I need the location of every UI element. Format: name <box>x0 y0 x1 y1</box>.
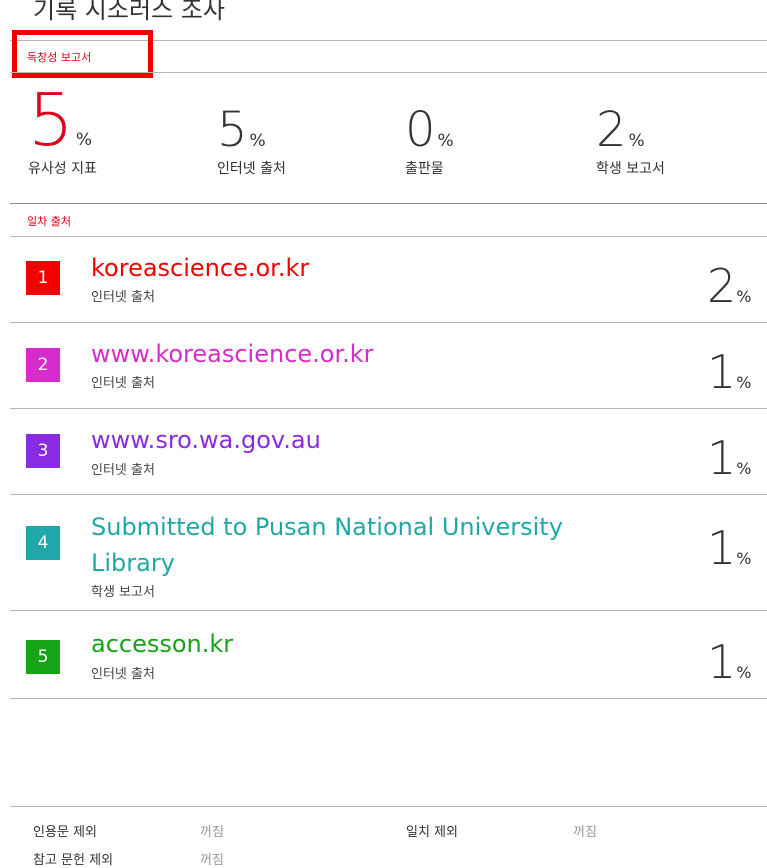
source-type: 인터넷 출처 <box>91 376 155 391</box>
exclude-bibliography-label: 참고 문헌 제외 <box>33 853 114 868</box>
publications-stat: 0% 출판물 <box>405 106 454 177</box>
sources-header: 일차 출처 <box>27 215 71 228</box>
source-percent: 1% <box>707 349 767 395</box>
source-name[interactable]: www.sro.wa.gov.au <box>91 423 321 457</box>
stats-divider <box>10 203 767 204</box>
publications-value: 0 <box>405 102 436 158</box>
source-percent: 1% <box>707 639 767 685</box>
page-title: 기록 시소러스 조사 <box>33 0 225 24</box>
exclude-matches-label: 일치 제외 <box>406 825 458 840</box>
internet-sources-unit: % <box>249 131 266 151</box>
source-name[interactable]: accesson.kr <box>91 627 233 661</box>
source-rank-badge: 1 <box>26 261 60 295</box>
source-percent-unit: % <box>736 287 752 306</box>
source-name-line-1[interactable]: Submitted to Pusan National University <box>91 510 563 544</box>
source-rank-badge: 3 <box>26 434 60 468</box>
source-rank-badge: 2 <box>26 348 60 382</box>
exclude-quotes-label: 인용문 제외 <box>33 825 97 840</box>
source-percent-unit: % <box>736 373 752 392</box>
source-type: 인터넷 출처 <box>91 290 155 305</box>
source-name-line-2[interactable]: Library <box>91 546 175 580</box>
source-type: 인터넷 출처 <box>91 667 155 682</box>
exclude-quotes-value: 꺼짐 <box>200 825 224 840</box>
highlight-box <box>12 30 153 78</box>
source-percent-value: 1 <box>707 521 737 575</box>
source-type: 인터넷 출처 <box>91 463 155 478</box>
source-percent-value: 1 <box>707 431 737 485</box>
publications-unit: % <box>437 131 454 151</box>
source-row-5[interactable]: 5 accesson.kr 인터넷 출처 1% <box>10 611 767 698</box>
source-row-2[interactable]: 2 www.koreascience.or.kr 인터넷 출처 1% <box>10 323 767 408</box>
source-percent-value: 1 <box>707 345 737 399</box>
exclude-bibliography-value: 꺼짐 <box>200 853 224 868</box>
source-percent-unit: % <box>736 549 752 568</box>
source-name[interactable]: koreascience.or.kr <box>91 251 309 285</box>
source-row-3[interactable]: 3 www.sro.wa.gov.au 인터넷 출처 1% <box>10 409 767 494</box>
source-divider <box>10 698 767 699</box>
similarity-index-value: 5 <box>28 78 74 162</box>
exclude-matches-value: 꺼짐 <box>573 825 597 840</box>
source-percent: 2% <box>707 263 767 309</box>
internet-sources-value: 5 <box>217 102 248 158</box>
source-percent-value: 1 <box>707 635 737 689</box>
similarity-index-unit: % <box>75 130 92 150</box>
source-name[interactable]: www.koreascience.or.kr <box>91 337 374 371</box>
source-rank-badge: 4 <box>26 526 60 560</box>
footer-divider <box>10 806 767 807</box>
source-percent-unit: % <box>736 663 752 682</box>
source-percent: 1% <box>707 525 767 571</box>
student-papers-caption: 학생 보고서 <box>596 161 665 177</box>
section-divider <box>10 72 767 73</box>
source-row-4[interactable]: 4 Submitted to Pusan National University… <box>10 495 767 610</box>
source-percent: 1% <box>707 435 767 481</box>
source-row-1[interactable]: 1 koreascience.or.kr 인터넷 출처 2% <box>10 237 767 322</box>
similarity-index-caption: 유사성 지표 <box>28 161 97 177</box>
publications-caption: 출판물 <box>405 161 444 177</box>
student-papers-stat: 2% 학생 보고서 <box>596 106 665 177</box>
source-percent-unit: % <box>736 459 752 478</box>
similarity-index-stat: 5% 유사성 지표 <box>28 84 97 177</box>
source-type: 학생 보고서 <box>91 585 155 600</box>
source-percent-value: 2 <box>707 259 737 313</box>
internet-sources-caption: 인터넷 출처 <box>217 161 286 177</box>
internet-sources-stat: 5% 인터넷 출처 <box>217 106 286 177</box>
student-papers-value: 2 <box>596 102 627 158</box>
source-rank-badge: 5 <box>26 640 60 674</box>
student-papers-unit: % <box>628 131 645 151</box>
